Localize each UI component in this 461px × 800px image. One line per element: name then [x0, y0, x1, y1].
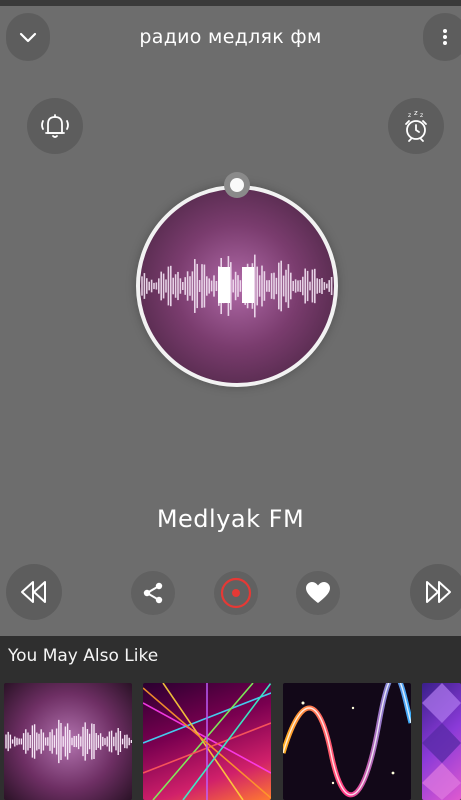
chevron-down-icon	[19, 32, 37, 43]
alarm-clock-icon: z z z	[405, 109, 427, 142]
pause-icon	[218, 267, 230, 303]
fast-forward-icon	[426, 581, 451, 603]
bell-icon	[41, 114, 69, 138]
section-title: You May Also Like	[8, 646, 159, 666]
record-button[interactable]	[214, 571, 258, 615]
more-vertical-icon	[443, 29, 447, 45]
progress-knob[interactable]	[224, 172, 250, 198]
more-menu-button[interactable]	[423, 13, 461, 61]
recommendations-panel: You May Also Like	[0, 636, 461, 800]
fast-forward-button[interactable]	[410, 564, 461, 620]
rewind-button[interactable]	[6, 564, 62, 620]
notification-button[interactable]	[27, 98, 83, 154]
pause-icon-bar	[242, 267, 254, 303]
station-name: Medlyak FM	[156, 505, 305, 533]
svg-text:z: z	[408, 112, 411, 119]
svg-text:z: z	[414, 109, 418, 117]
page-title: радио медляк фм	[139, 26, 322, 48]
share-icon	[143, 582, 163, 604]
neon-wave-art	[283, 683, 411, 798]
favorite-button[interactable]	[296, 571, 340, 615]
pink-waveform-art	[5, 719, 132, 764]
sleep-timer-button[interactable]: z z z	[388, 98, 444, 154]
recommendation-card[interactable]	[143, 683, 271, 800]
recommendation-card[interactable]	[4, 683, 132, 800]
recommendation-card[interactable]	[283, 683, 411, 800]
purple-geometric-art	[422, 683, 461, 800]
player-disc	[136, 172, 338, 387]
record-icon	[220, 577, 252, 609]
heart-icon	[306, 582, 330, 603]
svg-text:z: z	[420, 112, 423, 119]
play-pause-button[interactable]	[218, 267, 254, 303]
share-button[interactable]	[131, 571, 175, 615]
laser-lights-art	[143, 683, 271, 800]
recommendation-card[interactable]	[422, 683, 461, 800]
rewind-icon	[21, 581, 46, 603]
collapse-button[interactable]	[6, 13, 50, 61]
status-bar	[0, 0, 461, 6]
